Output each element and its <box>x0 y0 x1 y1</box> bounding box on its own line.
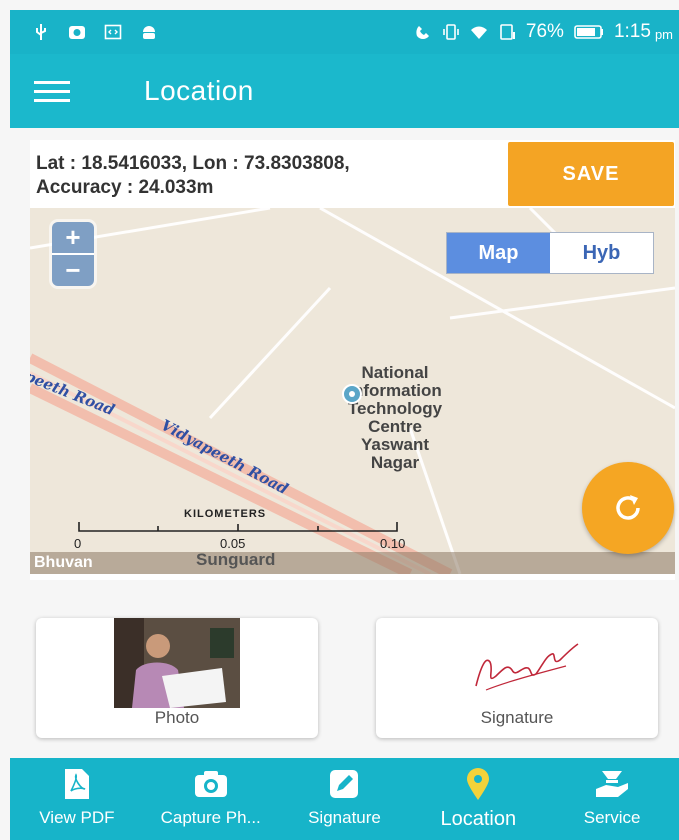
scale-label: 0.10 <box>380 536 406 551</box>
signature-image <box>475 643 579 691</box>
android-icon <box>143 26 155 39</box>
nav-location[interactable]: Location <box>411 758 545 840</box>
service-hand-icon <box>596 771 629 797</box>
missed-call-icon <box>416 26 429 39</box>
wifi-icon <box>470 26 487 39</box>
captured-photo <box>114 618 240 708</box>
map-view[interactable]: + − Map Hyb peeth Road Vidyapeeth Road N… <box>30 208 675 574</box>
map-attribution-bar: Bhuvan Sunguard <box>30 550 675 574</box>
place-label: National Information Technology Centre Y… <box>310 364 480 472</box>
bottom-navigation: View PDF Capture Ph... Signature Locatio… <box>10 758 679 840</box>
coordinates-lat-lon: Lat : 18.5416033, Lon : 73.8303808, <box>36 153 350 174</box>
nav-label: Location <box>440 808 517 830</box>
camera-icon <box>194 771 227 797</box>
location-pin-icon <box>467 768 490 800</box>
nav-label: Capture Ph... <box>160 808 261 827</box>
coordinates-accuracy: Accuracy : 24.033m <box>36 177 214 198</box>
current-location-marker-icon[interactable] <box>342 384 362 404</box>
clock-ampm: pm <box>654 26 673 42</box>
status-bar: 76% 1:15 pm <box>10 10 679 54</box>
usb-icon <box>36 24 46 40</box>
place-label-line: Yaswant <box>360 435 430 454</box>
signature-label: Signature <box>480 708 554 727</box>
page-title: Location <box>144 75 254 106</box>
place-label-line: Information <box>348 381 442 400</box>
nav-signature[interactable]: Signature <box>278 758 412 840</box>
place-label-line: Technology <box>347 399 443 418</box>
battery-icon <box>574 25 603 39</box>
code-icon <box>104 24 122 40</box>
place-label-line: National <box>361 363 429 382</box>
app-frame: 76% 1:15 pm Location Lat : 18.5416033, L… <box>0 0 679 840</box>
photo-card[interactable]: Photo <box>36 618 318 738</box>
nav-label: Signature <box>308 808 381 827</box>
nav-view-pdf[interactable]: View PDF <box>10 758 144 840</box>
map-type-map-button[interactable]: Map <box>447 233 550 273</box>
app-bar: Location <box>10 54 679 128</box>
clock-time: 1:15 <box>613 21 651 42</box>
coordinates-text: Lat : 18.5416033, Lon : 73.8303808, Accu… <box>30 142 500 206</box>
scale-title: KILOMETERS <box>184 508 267 520</box>
road-label: Sunguard <box>196 550 276 569</box>
sim-icon <box>500 24 515 40</box>
location-panel: Lat : 18.5416033, Lon : 73.8303808, Accu… <box>30 140 675 580</box>
app-icon <box>69 26 85 39</box>
hamburger-menu-icon[interactable] <box>34 63 90 119</box>
refresh-icon <box>616 495 640 520</box>
zoom-in-button[interactable]: + <box>52 222 94 255</box>
zoom-out-button[interactable]: − <box>52 255 94 286</box>
pdf-icon <box>64 769 89 799</box>
refresh-button[interactable] <box>582 462 674 554</box>
nav-label: View PDF <box>39 808 115 827</box>
photo-label: Photo <box>154 708 200 727</box>
map-type-hybrid-button[interactable]: Hyb <box>550 233 653 273</box>
save-button[interactable]: SAVE <box>508 142 674 206</box>
zoom-control: + − <box>52 222 94 286</box>
map-brand: Bhuvan <box>34 554 93 571</box>
pencil-icon <box>330 770 359 798</box>
battery-percent: 76% <box>525 21 564 42</box>
scale-bar <box>78 522 398 532</box>
scale-label: 0.05 <box>220 536 246 551</box>
scale-label: 0 <box>74 536 82 551</box>
map-type-toggle: Map Hyb <box>446 232 654 274</box>
nav-label: Service <box>583 808 641 827</box>
nav-service[interactable]: Service <box>545 758 679 840</box>
signature-card[interactable]: Signature <box>376 618 658 738</box>
vibrate-icon <box>443 24 459 40</box>
place-label-line: Centre <box>368 417 422 436</box>
nav-capture-photo[interactable]: Capture Ph... <box>144 758 278 840</box>
place-label-line: Nagar <box>370 453 420 472</box>
